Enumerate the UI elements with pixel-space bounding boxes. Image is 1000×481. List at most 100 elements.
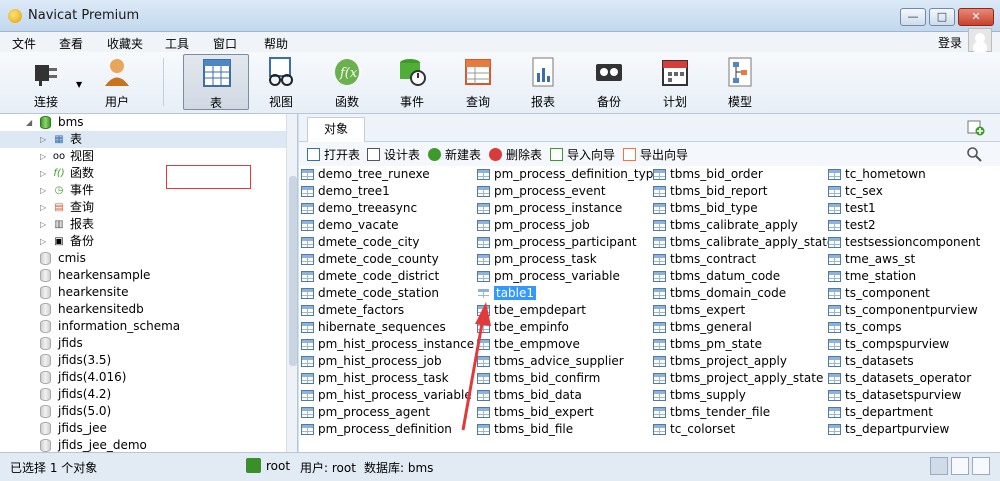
table-item[interactable]: pm_hist_process_variable [299,387,472,404]
avatar[interactable] [968,28,992,52]
table-button[interactable]: 表 [183,54,249,110]
tab-objects[interactable]: 对象 [307,117,365,142]
table-item[interactable]: tme_aws_st [826,251,915,268]
open-table-button[interactable]: 打开表 [307,147,360,163]
table-item[interactable]: ts_compspurview [826,336,949,353]
menu-help[interactable]: 帮助 [264,35,288,52]
import-wizard-button[interactable]: 导入向导 [550,147,615,163]
search-icon[interactable] [966,146,982,162]
table-item[interactable]: pm_hist_process_instance [299,336,474,353]
table-item[interactable]: pm_process_agent [299,404,430,421]
table-item[interactable]: dmete_code_city [299,234,419,251]
report-button[interactable]: 报表 [512,54,574,110]
tree-database[interactable]: cmis [0,250,286,267]
menu-view[interactable]: 查看 [59,35,83,52]
table-item[interactable]: pm_process_variable [475,268,620,285]
expand-icon[interactable]: ▷ [40,182,46,199]
tree-node-reports[interactable]: ▷ ▥ 报表 [0,216,286,233]
model-button[interactable]: 模型 [709,54,771,110]
table-item[interactable]: pm_process_job [475,217,590,234]
login-link[interactable]: 登录 [938,34,962,51]
tree-node-bms[interactable]: ◢ bms [0,114,286,131]
chevron-down-icon[interactable]: ▼ [76,80,82,89]
table-item[interactable]: test2 [826,217,876,234]
table-item[interactable]: ts_datasetspurview [826,387,961,404]
table-item[interactable]: demo_vacate [299,217,399,234]
table-item[interactable]: tbms_bid_type [651,200,758,217]
export-wizard-button[interactable]: 导出向导 [623,147,688,163]
new-tab-icon[interactable] [967,118,985,136]
tree-database[interactable]: hearkensitedb [0,301,286,318]
event-button[interactable]: 事件 [381,54,443,110]
table-item[interactable]: pm_process_task [475,251,597,268]
table-item[interactable]: ts_comps [826,319,901,336]
table-item[interactable]: pm_process_definition_type [475,166,661,183]
table-item[interactable]: testsessioncomponent [826,234,980,251]
table-item[interactable]: pm_process_event [475,183,606,200]
expand-icon[interactable]: ▷ [40,165,46,182]
table-item[interactable]: tbms_bid_order [651,166,763,183]
table-item[interactable]: tbms_advice_supplier [475,353,624,370]
table-item[interactable]: ts_department [826,404,933,421]
view-button[interactable]: 视图 [250,54,312,110]
menu-tools[interactable]: 工具 [165,35,189,52]
table-item[interactable]: demo_treeasync [299,200,417,217]
table-item[interactable]: pm_hist_process_task [299,370,449,387]
table-item[interactable]: dmete_code_station [299,285,439,302]
minimize-button[interactable]: — [900,8,926,26]
table-item[interactable]: tme_station [826,268,916,285]
user-button[interactable]: 用户 [86,54,148,110]
tree-database[interactable]: jfids(5.0) [0,403,286,420]
table-item[interactable]: tbms_calibrate_apply [651,217,798,234]
close-button[interactable]: ✕ [958,8,994,26]
tree-database[interactable]: jfids(3.5) [0,352,286,369]
new-table-button[interactable]: 新建表 [428,147,481,163]
expand-icon[interactable]: ▷ [40,199,46,216]
detail-view-icon[interactable] [951,457,969,475]
tree-scrollbar[interactable] [286,114,297,452]
menu-window[interactable]: 窗口 [213,35,237,52]
table-item[interactable]: dmete_factors [299,302,404,319]
scrollbar-thumb[interactable] [289,176,297,366]
table-item[interactable]: pm_process_definition [299,421,452,438]
tree-database[interactable]: jfids_jee_demo [0,437,286,452]
table-item[interactable]: ts_componentpurview [826,302,978,319]
backup-button[interactable]: 备份 [578,54,640,110]
table-item[interactable]: ts_component [826,285,930,302]
menu-file[interactable]: 文件 [12,35,36,52]
tree-database[interactable]: jfids(4.2) [0,386,286,403]
table-item[interactable]: dmete_code_district [299,268,439,285]
table-item[interactable]: ts_datasets_operator [826,370,971,387]
table-item[interactable]: tbms_domain_code [651,285,786,302]
table-item[interactable]: demo_tree1 [299,183,390,200]
grid-view-icon[interactable] [972,457,990,475]
collapse-icon[interactable]: ◢ [26,114,32,131]
table-item[interactable]: hibernate_sequences [299,319,446,336]
table-item[interactable]: tbms_calibrate_apply_state [651,234,834,251]
tree-node-tables[interactable]: ▷ ▦ 表 [0,131,286,148]
table-item[interactable]: ts_departpurview [826,421,949,438]
query-button[interactable]: 查询 [447,54,509,110]
table-item[interactable]: demo_tree_runexe [299,166,430,183]
table-item[interactable]: pm_process_participant [475,234,637,251]
table-item[interactable]: tbms_contract [651,251,756,268]
schedule-button[interactable]: 计划 [644,54,706,110]
table-item[interactable]: tbms_expert [651,302,745,319]
expand-icon[interactable]: ▷ [40,131,46,148]
table-item[interactable]: tc_colorset [651,421,735,438]
expand-icon[interactable]: ▷ [40,148,46,165]
table-item[interactable]: tbms_bid_report [651,183,767,200]
tree-node-queries[interactable]: ▷ ▤ 查询 [0,199,286,216]
table-item[interactable]: tbms_project_apply [651,353,787,370]
tree-database[interactable]: hearkensite [0,284,286,301]
connect-button[interactable]: 连接 [15,54,77,110]
table-item[interactable]: tbms_project_apply_state [651,370,823,387]
tree-node-backups[interactable]: ▷ ▣ 备份 [0,233,286,250]
tree-database[interactable]: jfids [0,335,286,352]
tree-database[interactable]: information_schema [0,318,286,335]
maximize-button[interactable]: □ [929,8,955,26]
table-item[interactable]: pm_process_instance [475,200,622,217]
table-item[interactable]: tbms_datum_code [651,268,780,285]
table-item[interactable]: tbms_pm_state [651,336,762,353]
expand-icon[interactable]: ▷ [40,233,46,250]
